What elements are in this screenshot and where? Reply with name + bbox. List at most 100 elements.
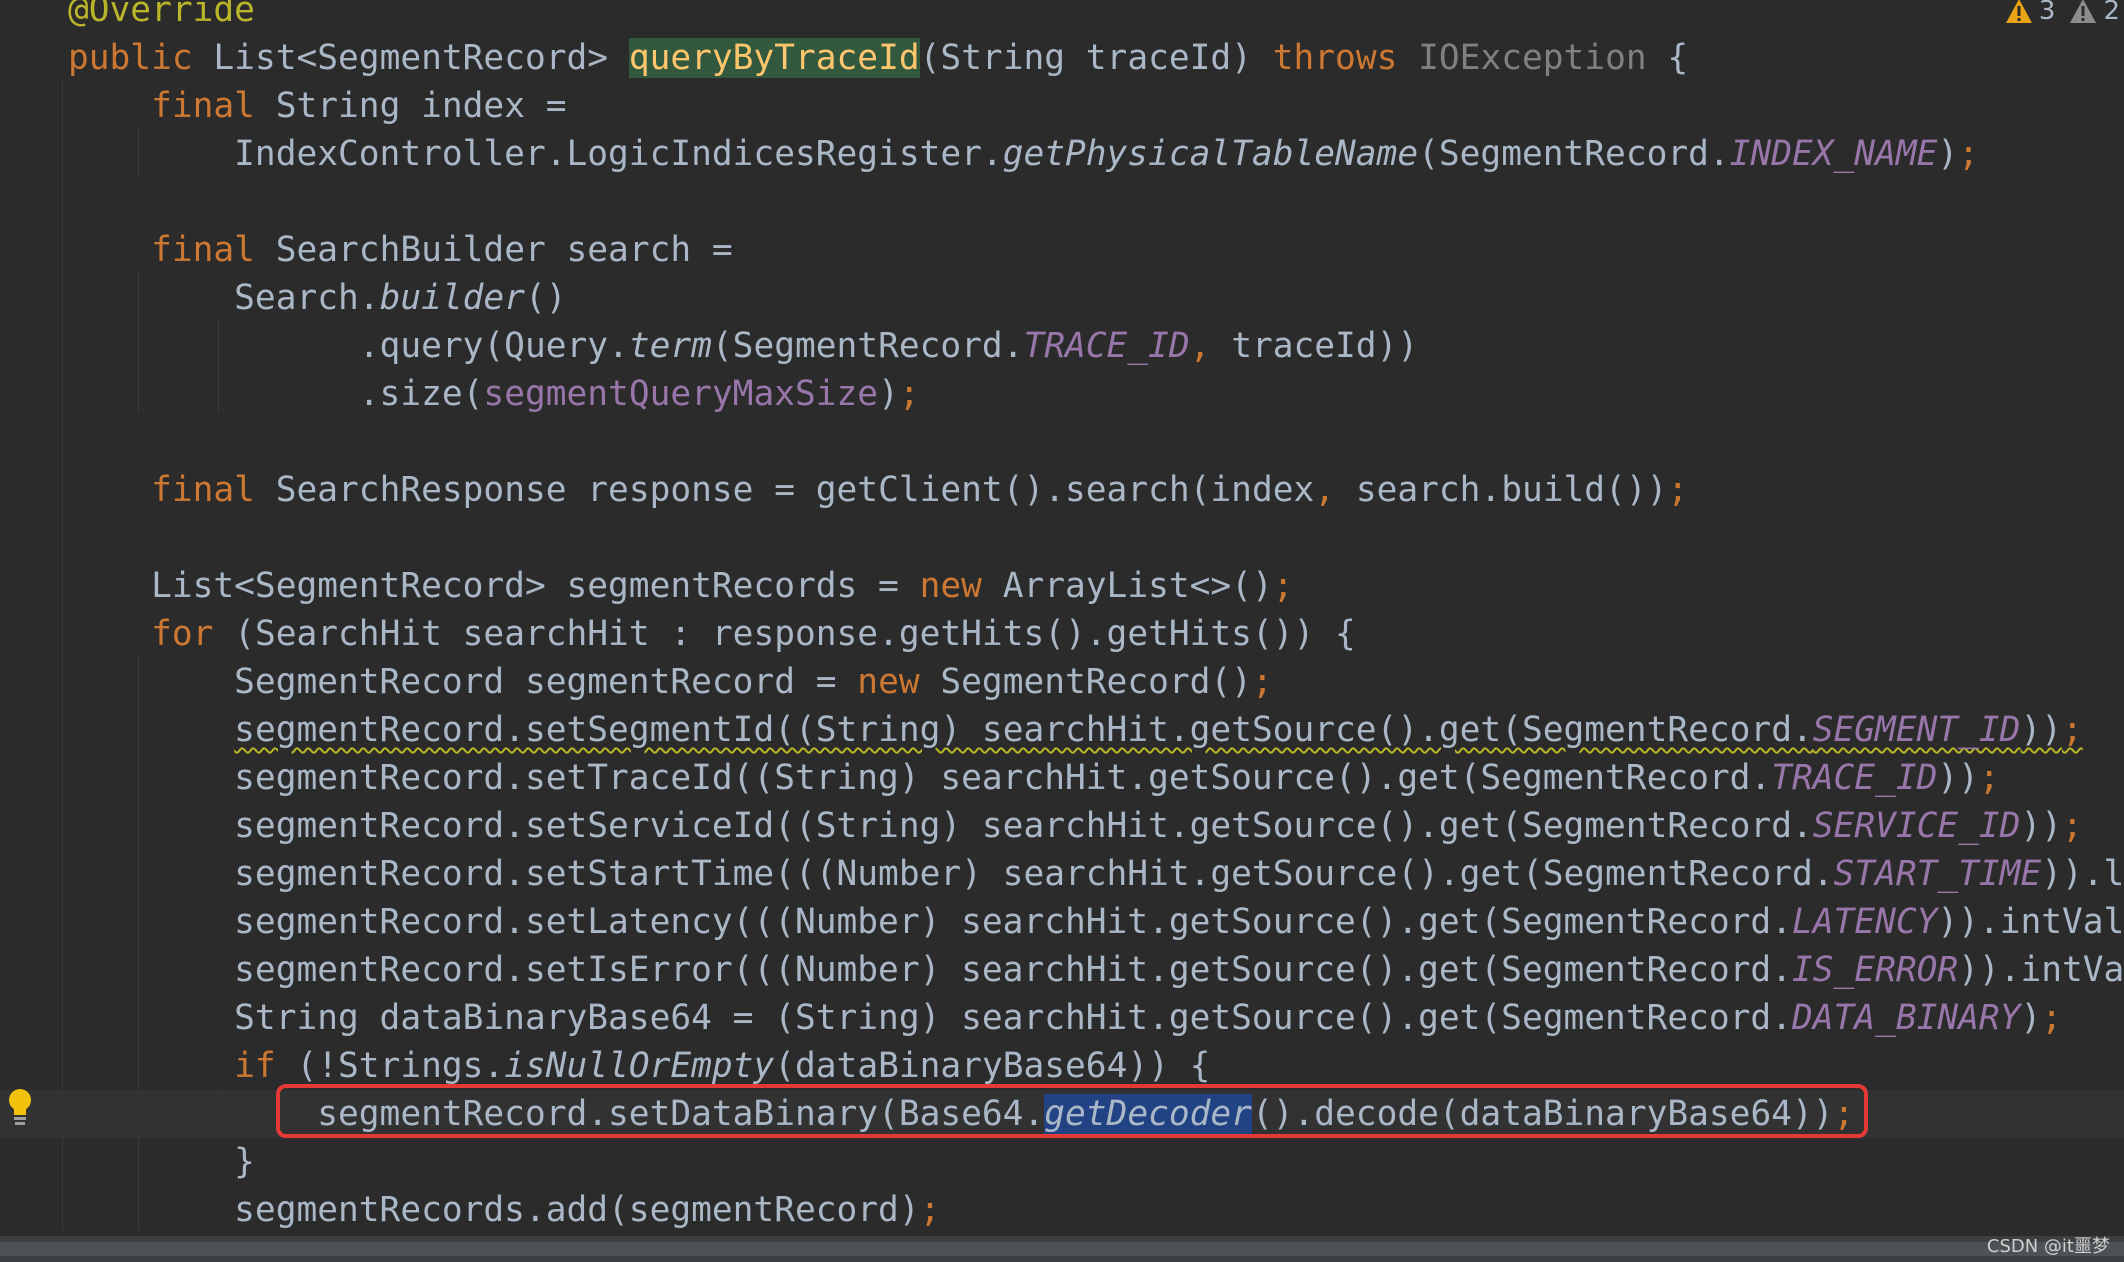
code-token: ;	[1251, 662, 1273, 702]
code-token: )	[2020, 998, 2042, 1038]
code-token: (SegmentRecord.	[711, 326, 1024, 366]
code-line-text[interactable]: segmentRecord.setLatency(((Number) searc…	[68, 898, 2124, 946]
code-line-text[interactable]: segmentRecords.add(segmentRecord);	[68, 1186, 940, 1234]
code-token: segmentRecord.setServiceId((String) sear…	[68, 806, 1813, 846]
code-line-text[interactable]: segmentRecord.setServiceId((String) sear…	[68, 802, 2083, 850]
code-token: (SegmentRecord.	[1418, 134, 1730, 174]
code-line-text[interactable]: segmentRecord.setIsError(((Number) searc…	[68, 946, 2124, 994]
lightbulb-icon[interactable]	[6, 1087, 34, 1127]
code-token: )	[878, 374, 899, 414]
code-token: INDEX_NAME	[1729, 134, 1938, 174]
code-token: ))	[2020, 806, 2063, 846]
code-token: {	[1646, 38, 1689, 78]
code-line-text[interactable]: segmentRecord.setDataBinary(Base64.getDe…	[68, 1090, 1854, 1138]
code-token: List<SegmentRecord> segmentRecords =	[68, 566, 920, 606]
code-token: segmentRecord.setLatency(((Number) searc…	[68, 902, 1792, 942]
code-line-text[interactable]: public List<SegmentRecord> queryByTraceI…	[68, 34, 1688, 82]
code-token: segmentRecord.setIsError(((Number) searc…	[68, 950, 1792, 990]
code-token: ().decode(dataBinaryBase64))	[1251, 1094, 1834, 1134]
code-token: segmentRecord.setDataBinary(Base64.	[68, 1094, 1045, 1134]
code-token: START_TIME	[1833, 854, 2042, 894]
weak-warning-count: 2	[2103, 0, 2120, 26]
code-token: .size(	[68, 374, 484, 414]
code-token: IndexController.LogicIndicesRegister.	[68, 134, 1003, 174]
code-token: segmentRecords.add(segmentRecord)	[68, 1190, 920, 1230]
code-token: TRACE_ID	[1771, 758, 1938, 798]
code-line-text[interactable]: IndexController.LogicIndicesRegister.get…	[68, 130, 1979, 178]
code-line-text[interactable]: if (!Strings.isNullOrEmpty(dataBinaryBas…	[68, 1042, 1210, 1090]
code-line[interactable]: segmentRecord.setDataBinary(Base64.getDe…	[0, 1090, 2124, 1138]
warning-count: 3	[2038, 0, 2056, 26]
code-line-text[interactable]: segmentRecord.setStartTime(((Number) sea…	[68, 850, 2124, 898]
code-token: ()	[524, 278, 567, 318]
code-token: ;	[1958, 134, 1979, 174]
code-token: ;	[1978, 758, 2000, 798]
code-token: (SearchHit searchHit : response.getHits(…	[234, 614, 1356, 654]
code-token: (String traceId)	[919, 38, 1273, 78]
code-line-text[interactable]: String dataBinaryBase64 = (String) searc…	[68, 994, 2062, 1042]
editor-gutter[interactable]	[0, 0, 60, 1262]
scrollbar-thumb[interactable]	[0, 1242, 2124, 1256]
code-token: new	[857, 662, 941, 702]
code-token: ;	[1272, 566, 1294, 606]
code-token: segmentRecord.setTraceId((String) search…	[68, 758, 1772, 798]
code-token: ,	[1314, 470, 1356, 510]
code-token: final	[68, 86, 276, 126]
code-token: String dataBinaryBase64 = (String) searc…	[68, 998, 1792, 1038]
code-token: @Override	[68, 0, 255, 30]
code-token: ;	[1667, 470, 1689, 510]
code-token: TRACE_ID	[1023, 326, 1190, 366]
code-token: ArrayList<>()	[1002, 566, 1273, 606]
code-line-text[interactable]: }	[68, 1138, 255, 1186]
code-token: for	[68, 614, 235, 654]
weak-warning-counter[interactable]: 2	[2069, 0, 2120, 26]
code-token: segmentRecord.setSegmentId((String) sear…	[234, 710, 1813, 750]
code-line-text[interactable]: segmentRecord.setSegmentId((String) sear…	[68, 706, 2083, 754]
code-token: queryByTraceId	[628, 38, 920, 78]
code-token: IOException	[1418, 38, 1647, 78]
code-token: throws	[1272, 38, 1419, 78]
code-token: (dataBinaryBase64)) {	[774, 1046, 1211, 1086]
code-line-text[interactable]: SegmentRecord segmentRecord = new Segmen…	[68, 658, 1273, 706]
code-token: ;	[1833, 1094, 1855, 1134]
code-token: getDecoder	[1044, 1094, 1252, 1134]
code-token: ))	[2020, 710, 2063, 750]
code-token: ,	[1189, 326, 1232, 366]
code-token: (!Strings.	[296, 1046, 505, 1086]
code-line-text[interactable]: @Override	[68, 0, 255, 34]
code-line-text[interactable]: final SearchBuilder search =	[68, 226, 733, 274]
warning-counter[interactable]: 3	[2005, 0, 2056, 26]
code-token: )).intValue()	[1958, 950, 2124, 990]
code-token: segmentRecord.setStartTime(((Number) sea…	[68, 854, 1834, 894]
inspection-widget[interactable]: 3 2	[2005, 0, 2120, 26]
horizontal-scrollbar[interactable]	[0, 1236, 2124, 1262]
code-token: )	[1937, 134, 1959, 174]
code-line-text[interactable]: for (SearchHit searchHit : response.getH…	[68, 610, 1356, 658]
code-token: .query(Query.	[68, 326, 629, 366]
indent-guide	[62, 80, 63, 1230]
code-line-text[interactable]: .size(segmentQueryMaxSize);	[68, 370, 920, 418]
code-token: ;	[898, 374, 920, 414]
code-line-text[interactable]: .query(Query.term(SegmentRecord.TRACE_ID…	[68, 322, 1418, 370]
code-token: SearchBuilder search =	[275, 230, 733, 270]
code-token: )).longValue()	[2041, 854, 2124, 894]
code-token: Search.	[68, 278, 380, 318]
code-line-text[interactable]: List<SegmentRecord> segmentRecords = new…	[68, 562, 1294, 610]
code-token: isNullOrEmpty	[504, 1046, 775, 1086]
code-token: ;	[919, 1190, 941, 1230]
code-token: builder	[379, 278, 525, 318]
code-token: String index =	[275, 86, 567, 126]
code-line-text[interactable]: final SearchResponse response = getClien…	[68, 466, 1688, 514]
code-token: ;	[2041, 998, 2063, 1038]
code-line-text[interactable]: final String index =	[68, 82, 567, 130]
code-token: )).intValue())	[1937, 902, 2124, 942]
code-line-text[interactable]: segmentRecord.setTraceId((String) search…	[68, 754, 2000, 802]
code-token: final	[68, 230, 276, 270]
code-token: DATA_BINARY	[1791, 998, 2021, 1038]
code-token: SEGMENT_ID	[1812, 710, 2021, 750]
code-line-text[interactable]: Search.builder()	[68, 274, 567, 322]
code-token: segmentQueryMaxSize	[483, 374, 879, 414]
code-token: SegmentRecord()	[940, 662, 1252, 702]
code-editor[interactable]: @Override public List<SegmentRecord> quer…	[0, 0, 2124, 1262]
